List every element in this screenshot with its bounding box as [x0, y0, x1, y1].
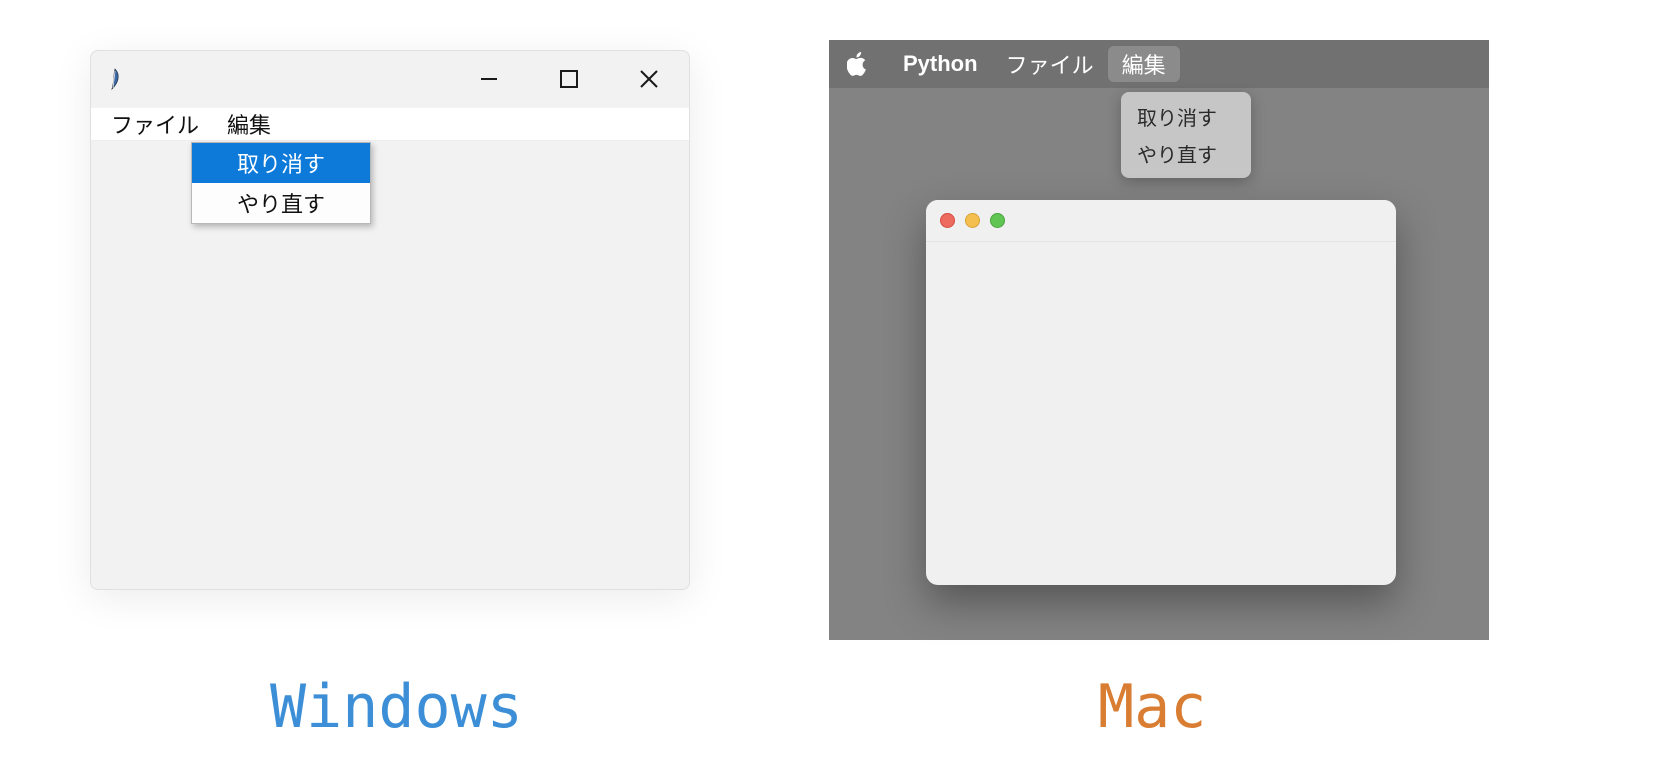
close-button[interactable] — [940, 213, 955, 228]
dropdown-item-undo[interactable]: 取り消す — [1121, 98, 1251, 135]
windows-app-body — [91, 141, 689, 589]
menubar-item-file[interactable]: ファイル — [992, 46, 1108, 82]
menubar-item-label: ファイル — [1006, 48, 1094, 80]
dropdown-item-label: 取り消す — [237, 147, 325, 179]
mac-window-titlebar — [926, 200, 1396, 242]
dropdown-item-redo[interactable]: やり直す — [192, 183, 370, 223]
close-button[interactable] — [609, 51, 689, 107]
windows-window-controls — [449, 51, 689, 107]
mac-edit-dropdown: 取り消す やり直す — [1121, 92, 1251, 178]
windows-menubar: ファイル 編集 取り消す やり直す — [91, 107, 689, 141]
maximize-button[interactable] — [990, 213, 1005, 228]
windows-screenshot-frame: ファイル 編集 取り消す やり直す — [90, 50, 690, 590]
menubar-item-label: 編集 — [1122, 48, 1166, 80]
menubar-item-file[interactable]: ファイル — [97, 108, 213, 140]
mac-screenshot-frame: Python ファイル 編集 取り消す やり直す — [829, 40, 1489, 640]
feather-icon — [105, 66, 125, 92]
caption-mac: Mac — [1098, 672, 1206, 742]
maximize-button[interactable] — [529, 51, 609, 107]
mac-app-name[interactable]: Python — [889, 46, 992, 82]
dropdown-item-label: やり直す — [1137, 145, 1217, 167]
menubar-item-edit[interactable]: 編集 — [213, 108, 285, 140]
minimize-button[interactable] — [965, 213, 980, 228]
apple-logo-icon[interactable] — [847, 51, 869, 77]
mac-menubar: Python ファイル 編集 取り消す やり直す — [829, 40, 1489, 88]
menubar-item-edit[interactable]: 編集 — [1108, 46, 1180, 82]
windows-edit-dropdown: 取り消す やり直す — [191, 142, 371, 224]
dropdown-item-redo[interactable]: やり直す — [1121, 135, 1251, 172]
menubar-item-label: ファイル — [111, 108, 199, 140]
dropdown-item-undo[interactable]: 取り消す — [192, 143, 370, 183]
mac-app-window — [926, 200, 1396, 585]
dropdown-item-label: 取り消す — [1137, 108, 1217, 130]
menubar-item-label: 編集 — [227, 108, 271, 140]
minimize-button[interactable] — [449, 51, 529, 107]
mac-app-name-label: Python — [903, 51, 978, 77]
caption-windows: Windows — [270, 672, 523, 742]
dropdown-item-label: やり直す — [237, 187, 325, 219]
windows-titlebar — [91, 51, 689, 107]
